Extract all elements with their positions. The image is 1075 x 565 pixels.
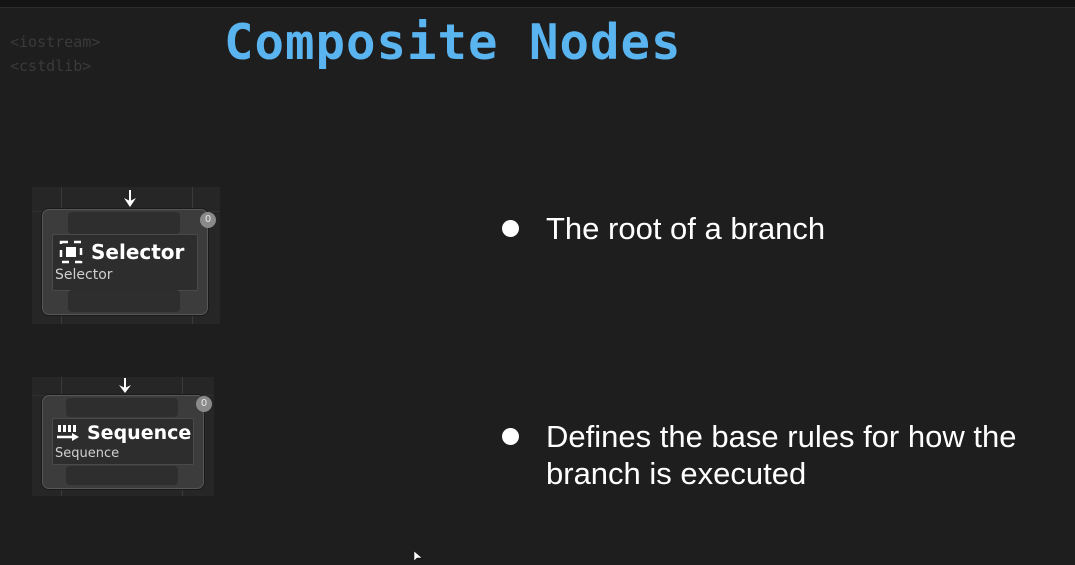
- selector-top-pin[interactable]: [68, 212, 180, 234]
- selector-badge: 0: [200, 212, 216, 228]
- slide-title: Composite Nodes: [224, 14, 682, 71]
- sequence-node-title: Sequence: [87, 422, 192, 444]
- sequence-node-subtitle: Sequence: [55, 446, 120, 461]
- include-cstdlib: <cstdlib>: [10, 57, 92, 75]
- bullet-dot: [502, 220, 519, 237]
- selector-bottom-pin[interactable]: [68, 290, 180, 312]
- bullet-text: The root of a branch: [546, 211, 826, 246]
- includes-watermark: <iostream> <cstdlib>: [10, 30, 100, 78]
- bullet-text-line-2: branch is executed: [546, 456, 807, 491]
- selector-node-title: Selector: [91, 240, 185, 264]
- sequence-node-body: Sequence Sequence: [52, 418, 194, 465]
- selector-node-body: Selector Selector: [52, 234, 198, 291]
- selector-icon: [58, 239, 84, 269]
- sequence-top-pin[interactable]: [66, 398, 178, 417]
- sequence-node[interactable]: Sequence Sequence 0: [42, 395, 212, 489]
- sequence-node-frame: Sequence Sequence 0: [32, 377, 214, 496]
- sequence-bottom-pin[interactable]: [66, 466, 178, 485]
- selector-input-arrow-icon: [123, 190, 137, 211]
- top-border: [0, 0, 1075, 8]
- selector-node-frame: Selector Selector 0: [32, 187, 220, 324]
- selector-node-subtitle: Selector: [55, 267, 113, 283]
- selector-node[interactable]: Selector Selector 0: [42, 209, 216, 315]
- sequence-badge: 0: [196, 396, 212, 412]
- sequence-icon: [56, 423, 80, 447]
- bullet-text-line-1: Defines the base rules for how the: [546, 419, 1017, 454]
- include-iostream: <iostream>: [10, 33, 101, 51]
- bullet-dot: [502, 428, 519, 445]
